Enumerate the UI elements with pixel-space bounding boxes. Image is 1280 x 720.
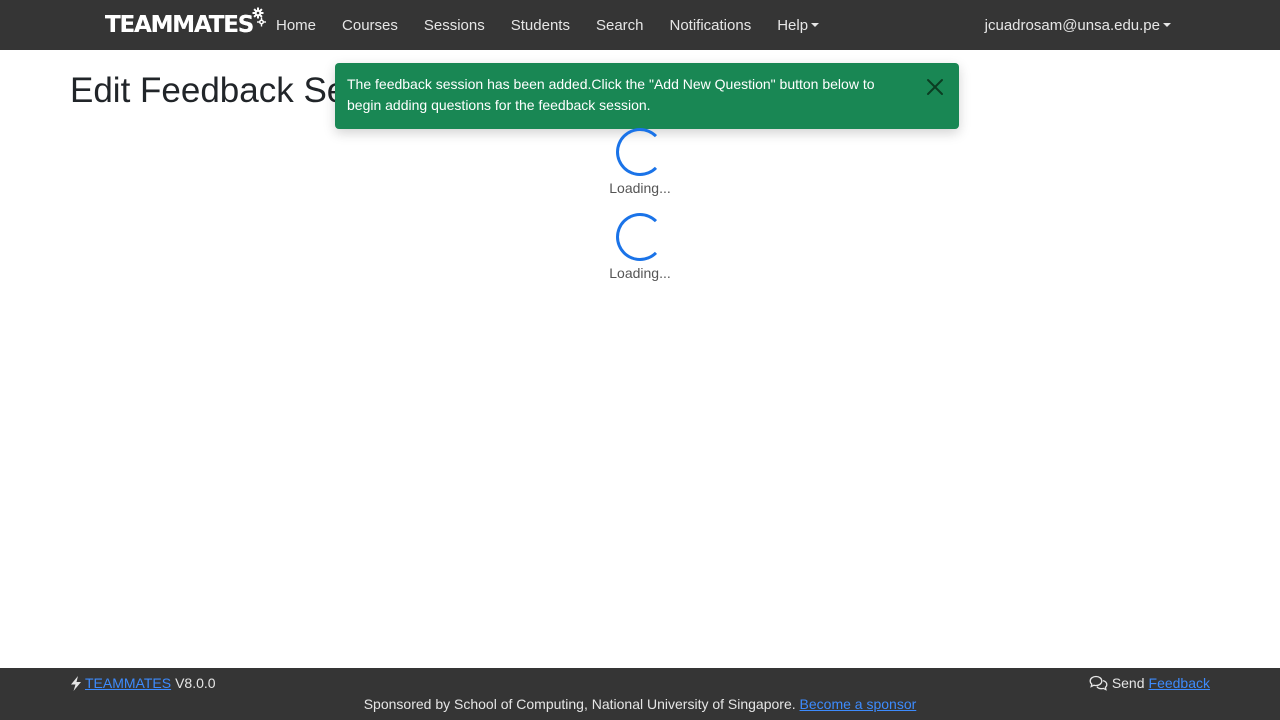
nav-sessions[interactable]: Sessions xyxy=(411,17,498,34)
bolt-icon xyxy=(70,675,82,691)
brand-logo[interactable]: TEAMMATES xyxy=(105,7,267,42)
nav-home[interactable]: Home xyxy=(263,17,329,34)
caret-down-icon xyxy=(811,23,820,27)
user-email: jcuadrosam@unsa.edu.pe xyxy=(984,16,1160,34)
spinner-icon xyxy=(616,213,664,261)
main-nav: Home Courses Sessions Students Search No… xyxy=(263,0,832,50)
loading-indicator: Loading... xyxy=(590,213,690,281)
footer-send-feedback: Send Feedback xyxy=(1089,675,1210,691)
version-text: V8.0.0 xyxy=(175,675,216,691)
nav-search[interactable]: Search xyxy=(583,17,657,34)
nav-students[interactable]: Students xyxy=(498,17,583,34)
become-sponsor-link[interactable]: Become a sponsor xyxy=(800,696,917,712)
page-footer: TEAMMATES V8.0.0 Send Feedback Sponsored… xyxy=(0,668,1280,720)
top-navbar: TEAMMATES Home Courses Sessions Students… xyxy=(0,0,1280,50)
nav-notifications[interactable]: Notifications xyxy=(657,17,765,34)
success-toast: The feedback session has been added.Clic… xyxy=(335,63,959,129)
caret-down-icon xyxy=(1163,23,1171,27)
user-account-dropdown[interactable]: jcuadrosam@unsa.edu.pe xyxy=(985,0,1171,50)
feedback-link[interactable]: Feedback xyxy=(1149,675,1210,691)
comments-icon xyxy=(1089,675,1108,691)
close-icon[interactable] xyxy=(925,77,945,97)
nav-help-dropdown[interactable]: Help xyxy=(764,17,832,34)
footer-sponsor: Sponsored by School of Computing, Nation… xyxy=(0,696,1280,712)
spinner-icon xyxy=(616,128,664,176)
nav-help-label: Help xyxy=(777,16,809,34)
footer-version: TEAMMATES V8.0.0 xyxy=(70,675,216,691)
loading-text: Loading... xyxy=(609,265,671,281)
brand-name: TEAMMATES xyxy=(105,12,254,38)
sponsor-text: Sponsored by School of Computing, Nation… xyxy=(363,696,796,712)
send-text: Send xyxy=(1111,675,1145,691)
nav-courses[interactable]: Courses xyxy=(329,17,411,34)
loading-indicator: Loading... xyxy=(590,128,690,196)
toast-message: The feedback session has been added.Clic… xyxy=(347,76,875,113)
teammates-link[interactable]: TEAMMATES xyxy=(85,675,171,691)
loading-text: Loading... xyxy=(609,180,671,196)
